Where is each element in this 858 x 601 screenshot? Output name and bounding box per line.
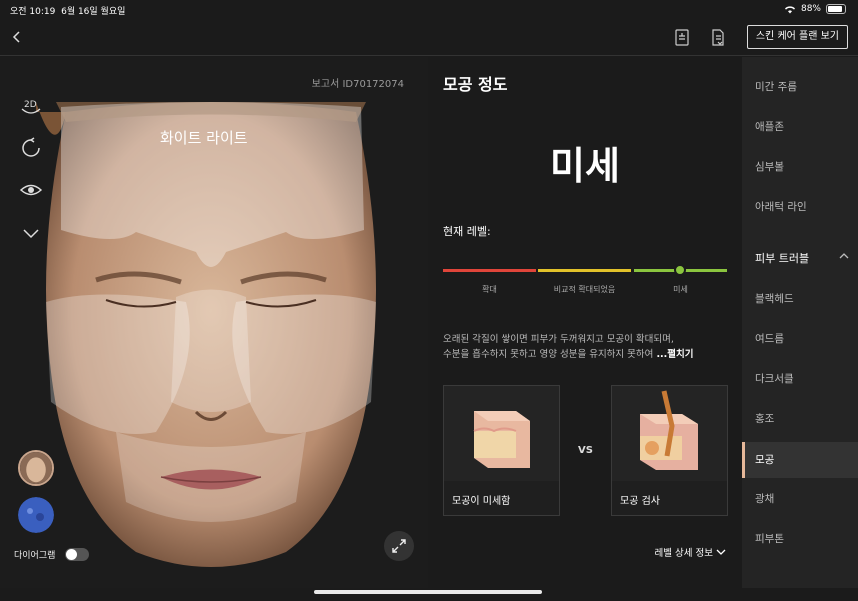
sidebar-item-radiance[interactable]: 광채 bbox=[742, 481, 858, 517]
fine-pore-card[interactable]: 모공이 미세함 bbox=[443, 385, 560, 516]
fine-pore-caption: 모공이 미세함 bbox=[452, 496, 511, 507]
result-value: 미세 bbox=[550, 144, 620, 188]
face-thumbnail[interactable] bbox=[18, 450, 54, 486]
export-report-icon[interactable] bbox=[708, 27, 728, 47]
diagram-toggle[interactable] bbox=[65, 548, 89, 561]
pore-check-caption: 모공 검사 bbox=[620, 496, 660, 507]
current-level-marker bbox=[674, 264, 686, 276]
sidebar-item-redness[interactable]: 홍조 bbox=[742, 401, 858, 437]
sidebar-item-pore[interactable]: 모공 bbox=[742, 442, 858, 478]
light-mode-label: 화이트 라이트 bbox=[160, 129, 248, 147]
sidebar-item-apple-zone[interactable]: 애플존 bbox=[742, 109, 858, 145]
sidebar-item-blackhead[interactable]: 블랙헤드 bbox=[742, 281, 858, 317]
back-chevron-icon[interactable] bbox=[9, 28, 25, 46]
status-left: 오전 10:19 6월 16일 월요일 bbox=[10, 4, 125, 17]
level-detail-label: 레벨 상세 정보 bbox=[654, 548, 713, 559]
sidebar-item-buccal[interactable]: 심부볼 bbox=[742, 149, 858, 185]
face-image-panel: 보고서 ID70172074 화이트 라이트 2D 다이어그램 bbox=[0, 57, 428, 588]
sidebar-item-jawline[interactable]: 아래턱 라인 bbox=[742, 189, 858, 225]
detail-panel: 모공 정도 미세 현재 레벨: 확대 비교적 확대되었음 미세 오래된 각질이 … bbox=[428, 57, 742, 588]
level-bar-large bbox=[443, 269, 536, 272]
rotate-icon[interactable] bbox=[18, 135, 44, 161]
pore-check-card[interactable]: 모공 검사 bbox=[611, 385, 728, 516]
top-bar: 스킨 케어 플랜 보기 bbox=[0, 20, 858, 56]
level-label-large: 확대 bbox=[482, 285, 497, 294]
description-line-2: 수분을 흡수하지 못하고 영양 성분을 유지하지 못하여 bbox=[443, 349, 654, 360]
pore-scan-thumbnail[interactable] bbox=[18, 497, 54, 533]
sidebar-group-skin-trouble[interactable]: 피부 트러블 bbox=[755, 250, 809, 266]
compare-report-icon[interactable] bbox=[672, 27, 692, 47]
expand-link[interactable]: ...펼치기 bbox=[656, 349, 693, 360]
status-bar: 오전 10:19 6월 16일 월요일 88% bbox=[0, 0, 858, 20]
sidebar-item-acne[interactable]: 여드름 bbox=[742, 321, 858, 357]
2d-view-icon[interactable]: 2D bbox=[18, 93, 44, 119]
status-time: 오전 10:19 bbox=[10, 7, 56, 17]
sidebar-item-dark-circle[interactable]: 다크서클 bbox=[742, 361, 858, 397]
description-text: 오래된 각질이 쌓이면 피부가 두꺼워지고 모공이 확대되며, 수분을 흡수하지… bbox=[443, 332, 733, 362]
chevron-down-icon bbox=[716, 549, 726, 555]
report-id: 보고서 ID70172074 bbox=[311, 79, 404, 90]
svg-text:2D: 2D bbox=[24, 100, 37, 110]
pore-illustration bbox=[612, 386, 727, 481]
vs-label: VS bbox=[578, 445, 593, 456]
sidebar-item-glabella-wrinkle[interactable]: 미간 주름 bbox=[742, 69, 858, 105]
sidebar-item-skin-tone[interactable]: 피부톤 bbox=[742, 521, 858, 557]
level-label-fine: 미세 bbox=[673, 285, 688, 294]
skin-layer-illustration bbox=[444, 386, 559, 481]
section-title: 모공 정도 bbox=[443, 75, 508, 94]
face-scan-image[interactable] bbox=[36, 102, 386, 577]
diagram-label: 다이어그램 bbox=[14, 551, 56, 561]
description-line-1: 오래된 각질이 쌓이면 피부가 두꺼워지고 모공이 확대되며, bbox=[443, 334, 674, 345]
level-bar-medium bbox=[538, 269, 631, 272]
wifi-icon bbox=[784, 5, 795, 13]
status-right: 88% bbox=[784, 4, 846, 14]
home-indicator[interactable] bbox=[314, 590, 542, 594]
chevron-down-icon[interactable] bbox=[18, 220, 44, 246]
category-sidebar: 미간 주름 애플존 심부볼 아래턱 라인 피부 트러블 블랙헤드 여드름 다크서… bbox=[742, 57, 858, 588]
level-label-medium: 비교적 확대되었음 bbox=[553, 285, 616, 294]
current-level-label: 현재 레벨: bbox=[443, 225, 491, 238]
fullscreen-icon[interactable] bbox=[384, 531, 414, 561]
eye-icon[interactable] bbox=[18, 177, 44, 203]
status-date: 6월 16일 월요일 bbox=[61, 7, 126, 17]
chevron-up-icon[interactable] bbox=[838, 250, 850, 262]
level-detail-link[interactable]: 레벨 상세 정보 bbox=[654, 545, 726, 559]
battery-percent: 88% bbox=[800, 4, 821, 14]
skin-care-plan-button[interactable]: 스킨 케어 플랜 보기 bbox=[746, 25, 848, 49]
battery-icon bbox=[826, 4, 846, 14]
